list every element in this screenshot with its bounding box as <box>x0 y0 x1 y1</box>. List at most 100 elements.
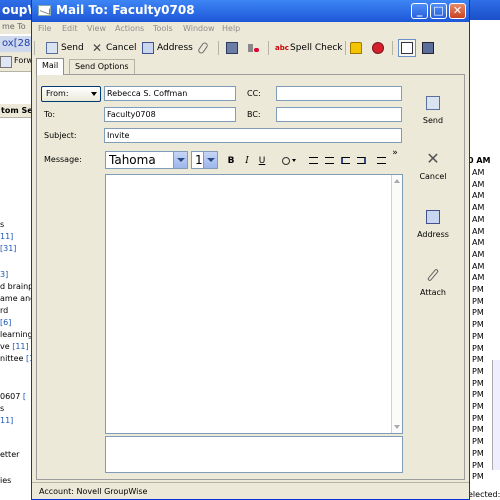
toolbar-view-alt-button[interactable] <box>422 39 434 57</box>
background-time-cell: PM <box>472 437 484 447</box>
background-folder-item[interactable]: nittee [1 <box>0 354 34 363</box>
background-folder-count: 11] <box>0 232 14 241</box>
toolbar-spell-check-button[interactable]: abc Spell Check <box>275 39 343 57</box>
background-time-cell: PM <box>472 355 484 365</box>
from-button[interactable]: From: <box>41 86 101 102</box>
toolbar-attach-button[interactable] <box>197 39 209 57</box>
highlight-color-button[interactable] <box>277 154 301 168</box>
cc-field[interactable] <box>276 86 402 101</box>
background-folder-item[interactable]: learning <box>0 330 33 339</box>
save-disk-icon <box>226 42 238 54</box>
menu-file[interactable]: File <box>38 24 51 33</box>
menu-window[interactable]: Window <box>183 24 215 33</box>
background-folder-item[interactable]: rd <box>0 306 8 315</box>
status-bar: Account: Novell GroupWise <box>32 482 469 499</box>
background-time-cell: PM <box>472 285 484 294</box>
toolbar-options-button[interactable] <box>248 39 263 57</box>
toolbar-save-button[interactable] <box>226 39 241 57</box>
font-name-value: Tahoma <box>109 153 156 167</box>
background-folder-item[interactable]: ve [11] <box>0 342 29 351</box>
menu-actions[interactable]: Actions <box>115 24 144 33</box>
bc-field[interactable] <box>276 107 402 122</box>
toolbar-send-button[interactable]: Send <box>46 39 84 57</box>
subject-field[interactable]: Invite <box>104 128 402 143</box>
background-folder-item[interactable]: d brainp <box>0 282 33 291</box>
background-folder-count: [ <box>22 392 27 401</box>
background-folder-item[interactable]: s <box>0 404 4 413</box>
message-scrollbar[interactable] <box>391 175 402 433</box>
tab-mail[interactable]: Mail <box>36 58 65 75</box>
decrease-indent-button[interactable] <box>339 154 351 168</box>
chevron-down-icon <box>292 159 297 162</box>
chevron-down-icon <box>91 92 97 96</box>
background-folder-item[interactable]: 11] <box>0 232 13 241</box>
background-folder-item[interactable]: 11] <box>0 416 13 425</box>
side-cancel-button[interactable]: ✕ Cancel <box>409 151 457 182</box>
background-time-cell: AM <box>472 261 485 271</box>
attachments-box[interactable] <box>105 436 403 473</box>
italic-button[interactable]: I <box>241 154 253 168</box>
scroll-down-arrow-icon[interactable] <box>394 425 400 429</box>
side-send-button[interactable]: Send <box>409 96 457 125</box>
maximize-button[interactable]: □ <box>430 3 447 19</box>
menu-edit[interactable]: Edit <box>62 24 78 33</box>
background-inbox-label[interactable]: ox[28] <box>0 36 34 52</box>
minimize-button[interactable]: _ <box>411 3 428 19</box>
toolbar-address-button[interactable]: Address <box>142 39 193 57</box>
numbered-list-icon <box>308 157 318 164</box>
font-size-select[interactable]: 10 <box>191 151 218 169</box>
increase-indent-button[interactable] <box>355 154 367 168</box>
more-format-button[interactable]: » <box>389 146 401 160</box>
paperclip-icon <box>197 41 209 55</box>
background-time-cell: PM <box>472 308 484 318</box>
side-send-label: Send <box>422 116 444 125</box>
chevron-down-icon[interactable] <box>173 152 187 168</box>
background-folder-item[interactable]: etter <box>0 450 19 459</box>
menu-view[interactable]: View <box>87 24 106 33</box>
toolbar-encrypt-button[interactable] <box>350 39 365 57</box>
background-folder-count: 11] <box>0 416 14 425</box>
to-field[interactable]: Faculty0708 <box>104 107 236 122</box>
spell-check-icon: abc <box>275 44 289 52</box>
menu-tools[interactable]: Tools <box>153 24 173 33</box>
forward-icon[interactable] <box>0 56 12 68</box>
numbered-list-button[interactable] <box>307 154 319 168</box>
background-scrollbar[interactable] <box>492 360 500 470</box>
toolbar-grip <box>34 41 35 55</box>
background-folder-item[interactable]: s <box>0 220 4 229</box>
message-body-editor[interactable] <box>105 174 403 434</box>
background-time-cell: AM <box>472 179 485 189</box>
from-field[interactable]: Rebecca S. Coffman <box>104 86 236 101</box>
compose-title-bar[interactable]: Mail To: Faculty0708 _ □ ✕ <box>32 0 469 22</box>
side-address-label: Address <box>417 230 449 239</box>
background-folder-item[interactable]: [6] <box>0 318 11 327</box>
background-folder-count: [6] <box>0 318 12 327</box>
toolbar-sign-button[interactable] <box>372 39 387 57</box>
background-time-cell: PM <box>472 390 484 400</box>
tab-send-options[interactable]: Send Options <box>69 59 135 75</box>
background-sort-header[interactable]: tom Se <box>0 104 34 118</box>
background-folder-item[interactable]: 0607 [ <box>0 392 26 401</box>
background-time-cell: AM <box>472 226 485 236</box>
bullet-list-button[interactable] <box>323 154 335 168</box>
menu-help[interactable]: Help <box>222 24 240 33</box>
align-button[interactable] <box>375 154 387 168</box>
scroll-up-arrow-icon[interactable] <box>394 179 400 183</box>
background-folder-item[interactable]: [31] <box>0 244 16 253</box>
toolbar-cancel-button[interactable]: ✕ Cancel <box>91 39 137 57</box>
background-time-cell: AM <box>472 273 485 283</box>
bold-button[interactable]: B <box>225 154 237 168</box>
chevron-down-icon[interactable] <box>203 152 217 168</box>
outdent-icon <box>340 157 350 164</box>
font-name-select[interactable]: Tahoma <box>105 151 188 169</box>
background-folder-item[interactable]: ame and <box>0 294 34 303</box>
side-address-button[interactable]: Address <box>409 210 457 239</box>
cancel-x-icon: ✕ <box>91 41 103 55</box>
send-options-icon <box>248 42 260 54</box>
toolbar-view-button[interactable] <box>398 39 416 57</box>
background-folder-item[interactable]: 3] <box>0 270 8 279</box>
underline-button[interactable]: U <box>256 154 268 168</box>
side-attach-button[interactable]: Attach <box>409 268 457 297</box>
background-folder-item[interactable]: ies <box>0 476 11 485</box>
close-button[interactable]: ✕ <box>449 3 466 19</box>
